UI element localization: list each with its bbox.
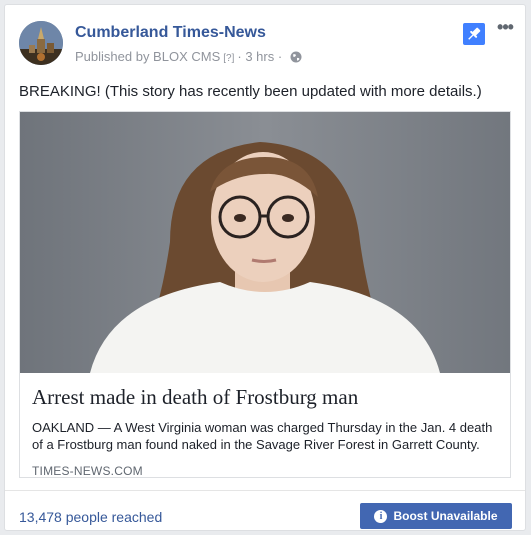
pin-icon[interactable]	[463, 23, 485, 45]
post-time[interactable]: 3 hrs	[245, 49, 274, 64]
footer-divider	[5, 490, 525, 491]
link-snippet: OAKLAND — A West Virginia woman was char…	[32, 420, 493, 452]
more-icon[interactable]: •••	[495, 18, 515, 40]
help-marker[interactable]: [?]	[223, 53, 234, 64]
post-card: Cumberland Times-News Published by BLOX …	[4, 4, 526, 531]
link-body: Arrest made in death of Frostburg man OA…	[32, 373, 500, 478]
meta-separator: ·	[237, 49, 242, 64]
boost-label: Boost Unavailable	[393, 509, 498, 523]
page-name-link[interactable]: Cumberland Times-News	[75, 24, 266, 42]
link-domain: TIMES-NEWS.COM	[32, 464, 143, 478]
boost-unavailable-button[interactable]: i Boost Unavailable	[360, 503, 512, 529]
link-photo[interactable]	[20, 112, 510, 373]
post-meta: Published by BLOX CMS [?] · 3 hrs ·	[75, 49, 302, 66]
published-by: Published by BLOX CMS	[75, 49, 221, 64]
globe-icon	[290, 51, 302, 66]
info-icon: i	[374, 509, 388, 523]
link-preview[interactable]: Arrest made in death of Frostburg man OA…	[19, 111, 511, 478]
link-headline[interactable]: Arrest made in death of Frostburg man	[32, 385, 500, 410]
post-header: Cumberland Times-News Published by BLOX …	[19, 18, 515, 72]
page-avatar[interactable]	[19, 21, 63, 65]
avatar-logo	[19, 21, 63, 65]
post-status-text: BREAKING! (This story has recently been …	[19, 83, 482, 100]
people-reached-link[interactable]: 13,478 people reached	[19, 509, 162, 525]
meta-separator: ·	[277, 49, 283, 64]
